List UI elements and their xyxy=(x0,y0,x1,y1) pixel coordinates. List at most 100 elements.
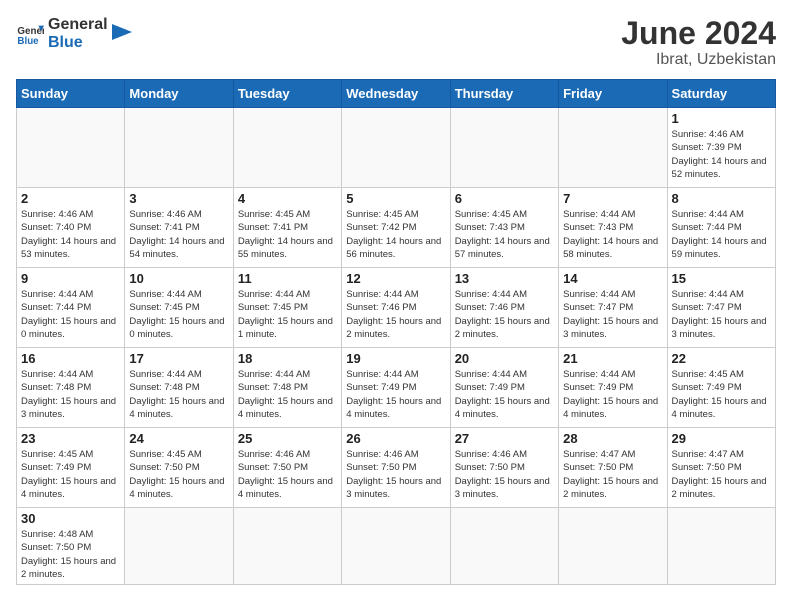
day-info: Sunrise: 4:46 AMSunset: 7:39 PMDaylight:… xyxy=(672,128,771,181)
calendar-cell: 24 Sunrise: 4:45 AMSunset: 7:50 PMDayligh… xyxy=(125,428,233,508)
calendar-cell: 6 Sunrise: 4:45 AMSunset: 7:43 PMDaylight… xyxy=(450,188,558,268)
location-subtitle: Ibrat, Uzbekistan xyxy=(621,51,776,69)
calendar-cell: 27Sunrise: 4:46 AMSunset: 7:50 PMDayligh… xyxy=(450,428,558,508)
calendar-cell: 3 Sunrise: 4:46 AMSunset: 7:41 PMDaylight… xyxy=(125,188,233,268)
day-number: 28 xyxy=(563,431,662,446)
calendar-week-row: 23Sunrise: 4:45 AMSunset: 7:49 PMDayligh… xyxy=(17,428,776,508)
day-info: Sunrise: 4:44 AMSunset: 7:44 PMDaylight:… xyxy=(672,208,771,261)
svg-text:Blue: Blue xyxy=(17,35,39,46)
day-info: Sunrise: 4:44 AMSunset: 7:46 PMDaylight:… xyxy=(346,288,445,341)
day-info: Sunrise: 4:44 AMSunset: 7:48 PMDaylight:… xyxy=(238,368,337,421)
calendar-cell: 7 Sunrise: 4:44 AMSunset: 7:43 PMDaylight… xyxy=(559,188,667,268)
day-info: Sunrise: 4:46 AMSunset: 7:50 PMDaylight:… xyxy=(238,448,337,501)
column-header-friday: Friday xyxy=(559,80,667,108)
day-number: 2 xyxy=(21,191,120,206)
calendar-cell: 4Sunrise: 4:45 AMSunset: 7:41 PMDaylight… xyxy=(233,188,341,268)
calendar-cell: 25 Sunrise: 4:46 AMSunset: 7:50 PMDayligh… xyxy=(233,428,341,508)
header: General Blue General Blue June 2024 Ibra… xyxy=(16,16,776,69)
day-info: Sunrise: 4:44 AMSunset: 7:49 PMDaylight:… xyxy=(563,368,662,421)
day-number: 10 xyxy=(129,271,228,286)
day-number: 23 xyxy=(21,431,120,446)
day-info: Sunrise: 4:48 AMSunset: 7:50 PMDaylight:… xyxy=(21,528,120,581)
day-info: Sunrise: 4:44 AMSunset: 7:44 PMDaylight:… xyxy=(21,288,120,341)
day-info: Sunrise: 4:47 AMSunset: 7:50 PMDaylight:… xyxy=(563,448,662,501)
calendar-cell: 11Sunrise: 4:44 AMSunset: 7:45 PMDayligh… xyxy=(233,268,341,348)
day-info: Sunrise: 4:44 AMSunset: 7:43 PMDaylight:… xyxy=(563,208,662,261)
calendar-cell: 15 Sunrise: 4:44 AMSunset: 7:47 PMDayligh… xyxy=(667,268,775,348)
calendar-cell: 2Sunrise: 4:46 AMSunset: 7:40 PMDaylight… xyxy=(17,188,125,268)
day-number: 21 xyxy=(563,351,662,366)
calendar-cell: 19Sunrise: 4:44 AMSunset: 7:49 PMDayligh… xyxy=(342,348,450,428)
day-info: Sunrise: 4:44 AMSunset: 7:48 PMDaylight:… xyxy=(129,368,228,421)
calendar-cell: 23Sunrise: 4:45 AMSunset: 7:49 PMDayligh… xyxy=(17,428,125,508)
calendar-cell: 20 Sunrise: 4:44 AMSunset: 7:49 PMDayligh… xyxy=(450,348,558,428)
day-number: 14 xyxy=(563,271,662,286)
day-info: Sunrise: 4:46 AMSunset: 7:41 PMDaylight:… xyxy=(129,208,228,261)
day-info: Sunrise: 4:46 AMSunset: 7:50 PMDaylight:… xyxy=(346,448,445,501)
calendar-cell: 9 Sunrise: 4:44 AMSunset: 7:44 PMDaylight… xyxy=(17,268,125,348)
day-number: 12 xyxy=(346,271,445,286)
calendar-table: SundayMondayTuesdayWednesdayThursdayFrid… xyxy=(16,79,776,585)
day-number: 16 xyxy=(21,351,120,366)
day-number: 6 xyxy=(455,191,554,206)
calendar-cell: 28 Sunrise: 4:47 AMSunset: 7:50 PMDayligh… xyxy=(559,428,667,508)
logo: General Blue General Blue xyxy=(16,16,132,51)
day-number: 25 xyxy=(238,431,337,446)
calendar-week-row: 9 Sunrise: 4:44 AMSunset: 7:44 PMDaylight… xyxy=(17,268,776,348)
day-info: Sunrise: 4:45 AMSunset: 7:43 PMDaylight:… xyxy=(455,208,554,261)
calendar-cell: 29Sunrise: 4:47 AMSunset: 7:50 PMDayligh… xyxy=(667,428,775,508)
calendar-cell xyxy=(125,108,233,188)
calendar-cell xyxy=(667,508,775,585)
column-header-sunday: Sunday xyxy=(17,80,125,108)
column-header-thursday: Thursday xyxy=(450,80,558,108)
day-info: Sunrise: 4:45 AMSunset: 7:49 PMDaylight:… xyxy=(672,368,771,421)
day-number: 24 xyxy=(129,431,228,446)
calendar-cell: 17Sunrise: 4:44 AMSunset: 7:48 PMDayligh… xyxy=(125,348,233,428)
day-number: 7 xyxy=(563,191,662,206)
day-info: Sunrise: 4:44 AMSunset: 7:48 PMDaylight:… xyxy=(21,368,120,421)
logo-general: General xyxy=(48,16,108,33)
calendar-cell xyxy=(17,108,125,188)
column-header-saturday: Saturday xyxy=(667,80,775,108)
column-header-wednesday: Wednesday xyxy=(342,80,450,108)
calendar-cell xyxy=(342,508,450,585)
day-number: 5 xyxy=(346,191,445,206)
title-area: June 2024 Ibrat, Uzbekistan xyxy=(621,16,776,69)
day-number: 15 xyxy=(672,271,771,286)
day-info: Sunrise: 4:44 AMSunset: 7:45 PMDaylight:… xyxy=(129,288,228,341)
calendar-week-row: 1 Sunrise: 4:46 AMSunset: 7:39 PMDaylight… xyxy=(17,108,776,188)
day-number: 26 xyxy=(346,431,445,446)
logo-triangle-icon xyxy=(112,24,132,44)
day-number: 22 xyxy=(672,351,771,366)
logo-icon: General Blue xyxy=(16,20,44,48)
calendar-cell: 12 Sunrise: 4:44 AMSunset: 7:46 PMDayligh… xyxy=(342,268,450,348)
day-info: Sunrise: 4:45 AMSunset: 7:50 PMDaylight:… xyxy=(129,448,228,501)
calendar-header-row: SundayMondayTuesdayWednesdayThursdayFrid… xyxy=(17,80,776,108)
day-info: Sunrise: 4:44 AMSunset: 7:49 PMDaylight:… xyxy=(455,368,554,421)
day-info: Sunrise: 4:44 AMSunset: 7:47 PMDaylight:… xyxy=(672,288,771,341)
day-number: 20 xyxy=(455,351,554,366)
calendar-cell: 21 Sunrise: 4:44 AMSunset: 7:49 PMDayligh… xyxy=(559,348,667,428)
calendar-week-row: 2Sunrise: 4:46 AMSunset: 7:40 PMDaylight… xyxy=(17,188,776,268)
day-number: 30 xyxy=(21,511,120,526)
calendar-cell: 5Sunrise: 4:45 AMSunset: 7:42 PMDaylight… xyxy=(342,188,450,268)
column-header-monday: Monday xyxy=(125,80,233,108)
day-number: 1 xyxy=(672,111,771,126)
day-number: 3 xyxy=(129,191,228,206)
calendar-cell: 14Sunrise: 4:44 AMSunset: 7:47 PMDayligh… xyxy=(559,268,667,348)
calendar-cell: 1 Sunrise: 4:46 AMSunset: 7:39 PMDaylight… xyxy=(667,108,775,188)
day-number: 4 xyxy=(238,191,337,206)
calendar-cell: 22 Sunrise: 4:45 AMSunset: 7:49 PMDayligh… xyxy=(667,348,775,428)
day-number: 13 xyxy=(455,271,554,286)
calendar-cell xyxy=(559,108,667,188)
calendar-week-row: 30 Sunrise: 4:48 AMSunset: 7:50 PMDayligh… xyxy=(17,508,776,585)
day-info: Sunrise: 4:44 AMSunset: 7:45 PMDaylight:… xyxy=(238,288,337,341)
calendar-cell xyxy=(233,508,341,585)
column-header-tuesday: Tuesday xyxy=(233,80,341,108)
calendar-cell xyxy=(233,108,341,188)
day-number: 8 xyxy=(672,191,771,206)
calendar-cell xyxy=(450,108,558,188)
logo-blue: Blue xyxy=(48,34,108,52)
day-info: Sunrise: 4:44 AMSunset: 7:49 PMDaylight:… xyxy=(346,368,445,421)
day-number: 9 xyxy=(21,271,120,286)
